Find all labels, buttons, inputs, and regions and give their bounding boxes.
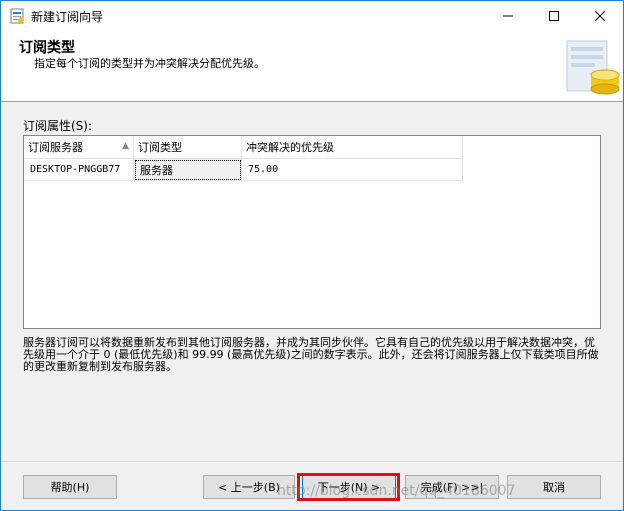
sort-ascending-icon: ▲ — [122, 141, 129, 151]
close-button[interactable] — [577, 1, 623, 31]
minimize-button[interactable] — [485, 1, 531, 31]
column-header-priority[interactable]: 冲突解决的优先级 — [241, 136, 463, 159]
header-divider — [1, 101, 623, 102]
subscription-type-cell[interactable]: 服务器 — [133, 158, 242, 181]
finish-button[interactable]: 完成(F) >>| — [405, 475, 499, 499]
description-text: 服务器订阅可以将数据重新发布到其他订阅服务器，并成为其同步伙伴。它具有自己的优先… — [23, 336, 599, 373]
page-subtitle: 指定每个订阅的类型并为冲突解决分配优先级。 — [34, 57, 265, 70]
subscription-properties-label: 订阅属性(S): — [23, 119, 93, 133]
window-title: 新建订阅向导 — [31, 10, 104, 24]
database-wizard-icon — [566, 40, 620, 95]
column-header-type[interactable]: 订阅类型 — [133, 136, 242, 159]
maximize-button[interactable] — [531, 1, 577, 31]
close-icon — [595, 11, 605, 21]
back-button[interactable]: < 上一步(B) — [203, 475, 295, 499]
help-button[interactable]: 帮助(H) — [23, 475, 117, 499]
wizard-window: 新建订阅向导 订阅类型 指定每个订阅的类型并为冲突解决分配优先级。 订阅属性(S… — [0, 0, 624, 511]
minimize-icon — [503, 15, 513, 17]
wizard-footer: 帮助(H) < 上一步(B) 下一步(N) > 完成(F) >>| 取消 — [1, 462, 623, 510]
cancel-button[interactable]: 取消 — [507, 475, 601, 499]
subscriber-cell[interactable]: DESKTOP-PNGGB77 — [24, 158, 134, 181]
page-title: 订阅类型 — [19, 40, 75, 56]
subscription-properties-grid[interactable]: 订阅服务器 ▲ 订阅类型 冲突解决的优先级 DESKTOP-PNGGB77 服务… — [23, 135, 601, 329]
table-row[interactable]: DESKTOP-PNGGB77 服务器 75.00 — [24, 158, 463, 181]
wizard-header: 订阅类型 指定每个订阅的类型并为冲突解决分配优先级。 — [1, 31, 623, 101]
next-button[interactable]: 下一步(N) > — [302, 475, 396, 499]
priority-cell[interactable]: 75.00 — [241, 158, 463, 181]
title-bar: 新建订阅向导 — [1, 1, 623, 31]
column-header-subscriber[interactable]: 订阅服务器 ▲ — [24, 136, 134, 159]
wizard-app-icon — [10, 8, 24, 24]
maximize-icon — [549, 11, 559, 21]
